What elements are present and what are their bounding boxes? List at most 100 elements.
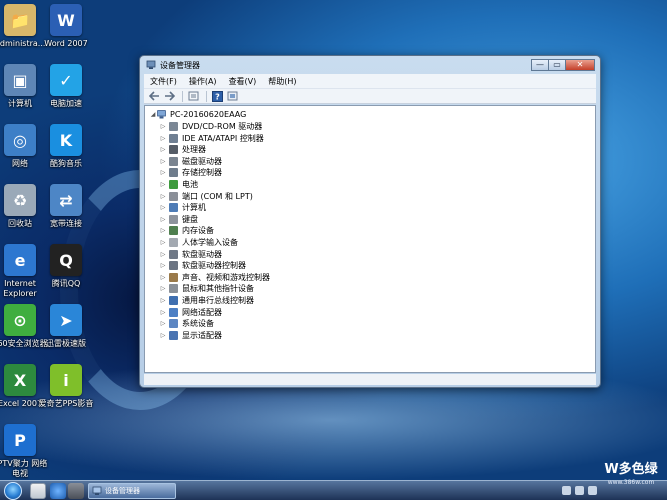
taskbar-task-label: 设备管理器 xyxy=(105,487,140,495)
toolbar-separator xyxy=(182,90,183,102)
device-manager-window[interactable]: 设备管理器 — ▭ ✕ 文件(F) 操作(A) 查看(V) 帮助(H) ? ◢ … xyxy=(139,55,601,388)
properties-view-icon[interactable] xyxy=(187,90,199,102)
watermark-text: W多色绿 xyxy=(604,462,658,477)
desktop-icon-iqiyi-pps[interactable]: i 爱奇艺PPS影音 xyxy=(35,364,97,409)
expand-icon[interactable]: ▷ xyxy=(159,320,167,327)
pptv-icon: P xyxy=(4,424,36,456)
desktop-icon-kugou-music[interactable]: K 酷狗音乐 xyxy=(35,124,97,169)
device-category-node[interactable]: ▷ IDE ATA/ATAPI 控制器 xyxy=(159,133,264,144)
minimize-button[interactable]: — xyxy=(531,59,549,71)
administrator-icon: 📁 xyxy=(4,4,36,36)
expand-icon[interactable]: ▷ xyxy=(159,204,167,211)
device-category-node[interactable]: ▷ 系统设备 xyxy=(159,318,214,329)
help-icon[interactable]: ? xyxy=(211,90,223,102)
device-category-node[interactable]: ▷ 电池 xyxy=(159,179,198,190)
device-category-node[interactable]: ▷ 键盘 xyxy=(159,214,198,225)
device-category-node[interactable]: ▷ 显示适配器 xyxy=(159,330,222,341)
status-bar xyxy=(144,374,596,385)
expand-icon[interactable]: ▷ xyxy=(159,169,167,176)
device-category-node[interactable]: ▷ 声音、视频和游戏控制器 xyxy=(159,272,270,283)
device-category-label: 软盘驱动器 xyxy=(182,249,222,259)
desktop-icon-word-2007[interactable]: W Word 2007 xyxy=(35,4,97,49)
collapse-icon[interactable]: ◢ xyxy=(149,111,157,118)
taskbar-task-device-manager[interactable]: 设备管理器 xyxy=(88,483,176,499)
window-titlebar[interactable]: 设备管理器 — ▭ ✕ xyxy=(140,56,600,74)
computer-icon xyxy=(157,110,166,119)
desktop-icon-label: 宽带连接 xyxy=(50,219,82,228)
expand-icon[interactable]: ▷ xyxy=(159,123,167,130)
expand-icon[interactable]: ▷ xyxy=(159,262,167,269)
expand-icon[interactable]: ▷ xyxy=(159,332,167,339)
taskbar-explorer-icon[interactable] xyxy=(30,483,46,499)
device-category-node[interactable]: ▷ 处理器 xyxy=(159,144,206,155)
device-category-node[interactable]: ▷ 软盘驱动器 xyxy=(159,249,222,260)
device-category-icon xyxy=(169,191,178,201)
menu-view[interactable]: 查看(V) xyxy=(223,76,263,87)
device-category-node[interactable]: ▷ 网络适配器 xyxy=(159,307,222,318)
desktop-icon-pptv[interactable]: P PPTV聚力 网络电视 xyxy=(0,424,51,479)
toolbar-separator xyxy=(206,90,207,102)
toolbar: ? xyxy=(144,88,596,104)
device-category-label: 计算机 xyxy=(182,203,206,213)
taskbar-ie-icon[interactable] xyxy=(50,483,66,499)
device-category-label: 键盘 xyxy=(182,214,198,224)
device-category-node[interactable]: ▷ 通用串行总线控制器 xyxy=(159,295,254,306)
expand-icon[interactable]: ▷ xyxy=(159,239,167,246)
desktop-icon-tencent-qq[interactable]: Q 腾讯QQ xyxy=(35,244,97,289)
device-category-node[interactable]: ▷ 人体学输入设备 xyxy=(159,237,238,248)
expand-icon[interactable]: ▷ xyxy=(159,216,167,223)
tray-volume-icon[interactable] xyxy=(575,486,584,495)
tree-root[interactable]: ◢ PC-20160620EAAG xyxy=(149,109,247,120)
expand-icon[interactable]: ▷ xyxy=(159,146,167,153)
device-category-node[interactable]: ▷ 存储控制器 xyxy=(159,167,222,178)
taskbar-media-player-icon[interactable] xyxy=(68,483,84,499)
desktop-icon-label: 电脑加速 xyxy=(50,99,82,108)
expand-icon[interactable]: ▷ xyxy=(159,285,167,292)
menu-help[interactable]: 帮助(H) xyxy=(262,76,302,87)
device-category-node[interactable]: ▷ 磁盘驱动器 xyxy=(159,156,222,167)
expand-icon[interactable]: ▷ xyxy=(159,297,167,304)
start-button[interactable] xyxy=(4,482,22,500)
desktop-icon-label: 腾讯QQ xyxy=(51,279,81,288)
device-tree[interactable]: ◢ PC-20160620EAAG ▷ DVD/CD-ROM 驱动器 ▷ IDE AT… xyxy=(144,105,596,373)
expand-icon[interactable]: ▷ xyxy=(159,193,167,200)
expand-icon[interactable]: ▷ xyxy=(159,227,167,234)
device-category-icon xyxy=(169,261,178,271)
expand-icon[interactable]: ▷ xyxy=(159,135,167,142)
back-icon[interactable] xyxy=(148,90,160,102)
device-category-node[interactable]: ▷ DVD/CD-ROM 驱动器 xyxy=(159,121,262,132)
expand-icon[interactable]: ▷ xyxy=(159,181,167,188)
device-category-node[interactable]: ▷ 端口 (COM 和 LPT) xyxy=(159,191,253,202)
device-category-node[interactable]: ▷ 鼠标和其他指针设备 xyxy=(159,283,254,294)
menu-action[interactable]: 操作(A) xyxy=(183,76,223,87)
device-view-icon[interactable] xyxy=(226,90,238,102)
close-button[interactable]: ✕ xyxy=(565,59,595,71)
desktop-icon-pc-speedup[interactable]: ✓ 电脑加速 xyxy=(35,64,97,109)
device-category-icon xyxy=(169,145,178,155)
tree-root-label: PC-20160620EAAG xyxy=(170,110,247,119)
device-category-icon xyxy=(169,330,178,340)
menu-file[interactable]: 文件(F) xyxy=(144,76,183,87)
expand-icon[interactable]: ▷ xyxy=(159,251,167,258)
device-category-node[interactable]: ▷ 软盘驱动器控制器 xyxy=(159,260,246,271)
system-tray xyxy=(558,486,597,495)
device-category-label: 显示适配器 xyxy=(182,330,222,340)
device-category-node[interactable]: ▷ 内存设备 xyxy=(159,225,214,236)
word-2007-icon: W xyxy=(50,4,82,36)
device-category-node[interactable]: ▷ 计算机 xyxy=(159,202,206,213)
device-category-icon xyxy=(169,284,178,294)
desktop-icon-thunder[interactable]: ➤ 迅雷极速版 xyxy=(35,304,97,349)
forward-icon[interactable] xyxy=(163,90,175,102)
maximize-button[interactable]: ▭ xyxy=(548,59,566,71)
desktop-icon-broadband[interactable]: ⇄ 宽带连接 xyxy=(35,184,97,229)
site-watermark-logo: W多色绿 www.386w.com xyxy=(601,461,661,497)
iqiyi-pps-icon: i xyxy=(50,364,82,396)
expand-icon[interactable]: ▷ xyxy=(159,274,167,281)
computer-icon: ▣ xyxy=(4,64,36,96)
tray-flag-icon[interactable] xyxy=(588,486,597,495)
expand-icon[interactable]: ▷ xyxy=(159,158,167,165)
device-manager-icon xyxy=(146,60,156,69)
expand-icon[interactable]: ▷ xyxy=(159,309,167,316)
tray-network-icon[interactable] xyxy=(562,486,571,495)
device-category-label: 鼠标和其他指针设备 xyxy=(182,284,254,294)
